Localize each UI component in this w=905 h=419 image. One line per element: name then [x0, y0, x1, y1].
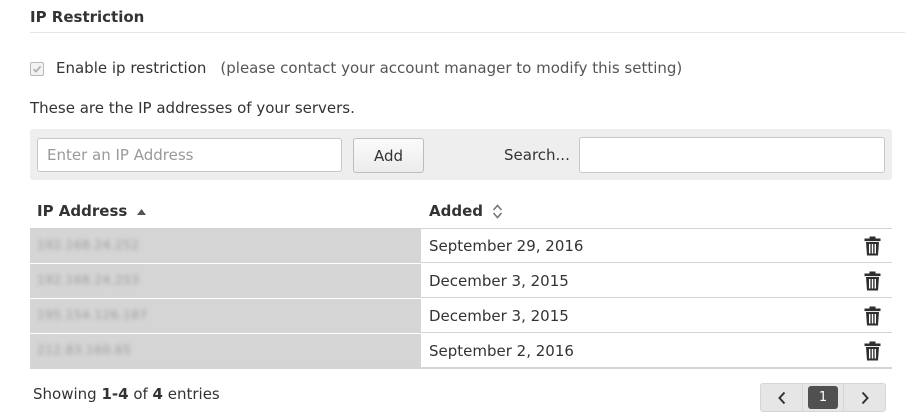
- search-input[interactable]: [579, 137, 885, 173]
- previous-page-button[interactable]: [760, 383, 803, 412]
- next-page-button[interactable]: [843, 383, 886, 412]
- enable-ip-restriction-checkbox[interactable]: [30, 61, 44, 76]
- servers-intro-text: These are the IP addresses of your serve…: [30, 99, 355, 117]
- ip-address-cell: 192.168.24.252: [30, 229, 421, 262]
- restriction-note: (please contact your account manager to …: [220, 59, 683, 77]
- showing-range: 1-4: [101, 385, 129, 403]
- ip-address-input[interactable]: [37, 138, 342, 172]
- entries-text: entries: [162, 385, 220, 403]
- ip-address-value: 192.168.24.252: [37, 238, 140, 252]
- trash-icon[interactable]: [864, 341, 881, 361]
- column-header-added[interactable]: Added: [429, 195, 503, 228]
- trash-icon[interactable]: [864, 236, 881, 256]
- ip-address-value: 195.154.126.187: [37, 308, 148, 322]
- trash-icon[interactable]: [864, 306, 881, 326]
- page-1-button[interactable]: 1: [808, 386, 838, 409]
- table-info: Showing 1-4 of 4 entries: [33, 385, 220, 403]
- table-row: 212.83.160.65 September 2, 2016: [30, 334, 892, 368]
- pagination: 1: [760, 383, 886, 413]
- section-divider: [30, 32, 905, 33]
- of-text: of: [128, 385, 153, 403]
- section-title: IP Restriction: [30, 8, 145, 26]
- enable-ip-restriction-label[interactable]: Enable ip restriction: [56, 59, 206, 77]
- table-row: 195.154.126.187 December 3, 2015: [30, 299, 892, 333]
- check-icon: [32, 65, 42, 73]
- showing-prefix: Showing: [33, 385, 102, 403]
- sort-both-icon: [492, 204, 503, 219]
- chevron-left-icon: [777, 391, 785, 404]
- ip-address-cell: 212.83.160.65: [30, 334, 421, 367]
- table-row: 192.168.24.253 December 3, 2015: [30, 264, 892, 298]
- added-date-cell: September 2, 2016: [429, 342, 574, 360]
- table-bottom-border: [30, 367, 892, 369]
- column-header-ip-address[interactable]: IP Address: [37, 195, 147, 228]
- total-entries: 4: [152, 385, 163, 403]
- ip-address-cell: 192.168.24.253: [30, 264, 421, 297]
- ip-restriction-row: Enable ip restriction (please contact yo…: [30, 58, 682, 78]
- trash-icon[interactable]: [864, 271, 881, 291]
- ip-address-cell: 195.154.126.187: [30, 299, 421, 332]
- page-number-container: 1: [803, 383, 843, 412]
- sort-ascending-icon: [136, 208, 147, 216]
- column-header-label: Added: [429, 202, 483, 220]
- search-label: Search...: [504, 146, 570, 164]
- chevron-right-icon: [861, 391, 869, 404]
- ip-address-value: 192.168.24.253: [37, 273, 140, 287]
- table-row: 192.168.24.252 September 29, 2016: [30, 229, 892, 263]
- column-header-label: IP Address: [37, 202, 128, 220]
- ip-toolbar: Add Search...: [30, 129, 892, 180]
- ip-address-value: 212.83.160.65: [37, 343, 132, 357]
- added-date-cell: December 3, 2015: [429, 307, 569, 325]
- add-ip-button[interactable]: Add: [353, 138, 424, 173]
- added-date-cell: December 3, 2015: [429, 272, 569, 290]
- added-date-cell: September 29, 2016: [429, 237, 584, 255]
